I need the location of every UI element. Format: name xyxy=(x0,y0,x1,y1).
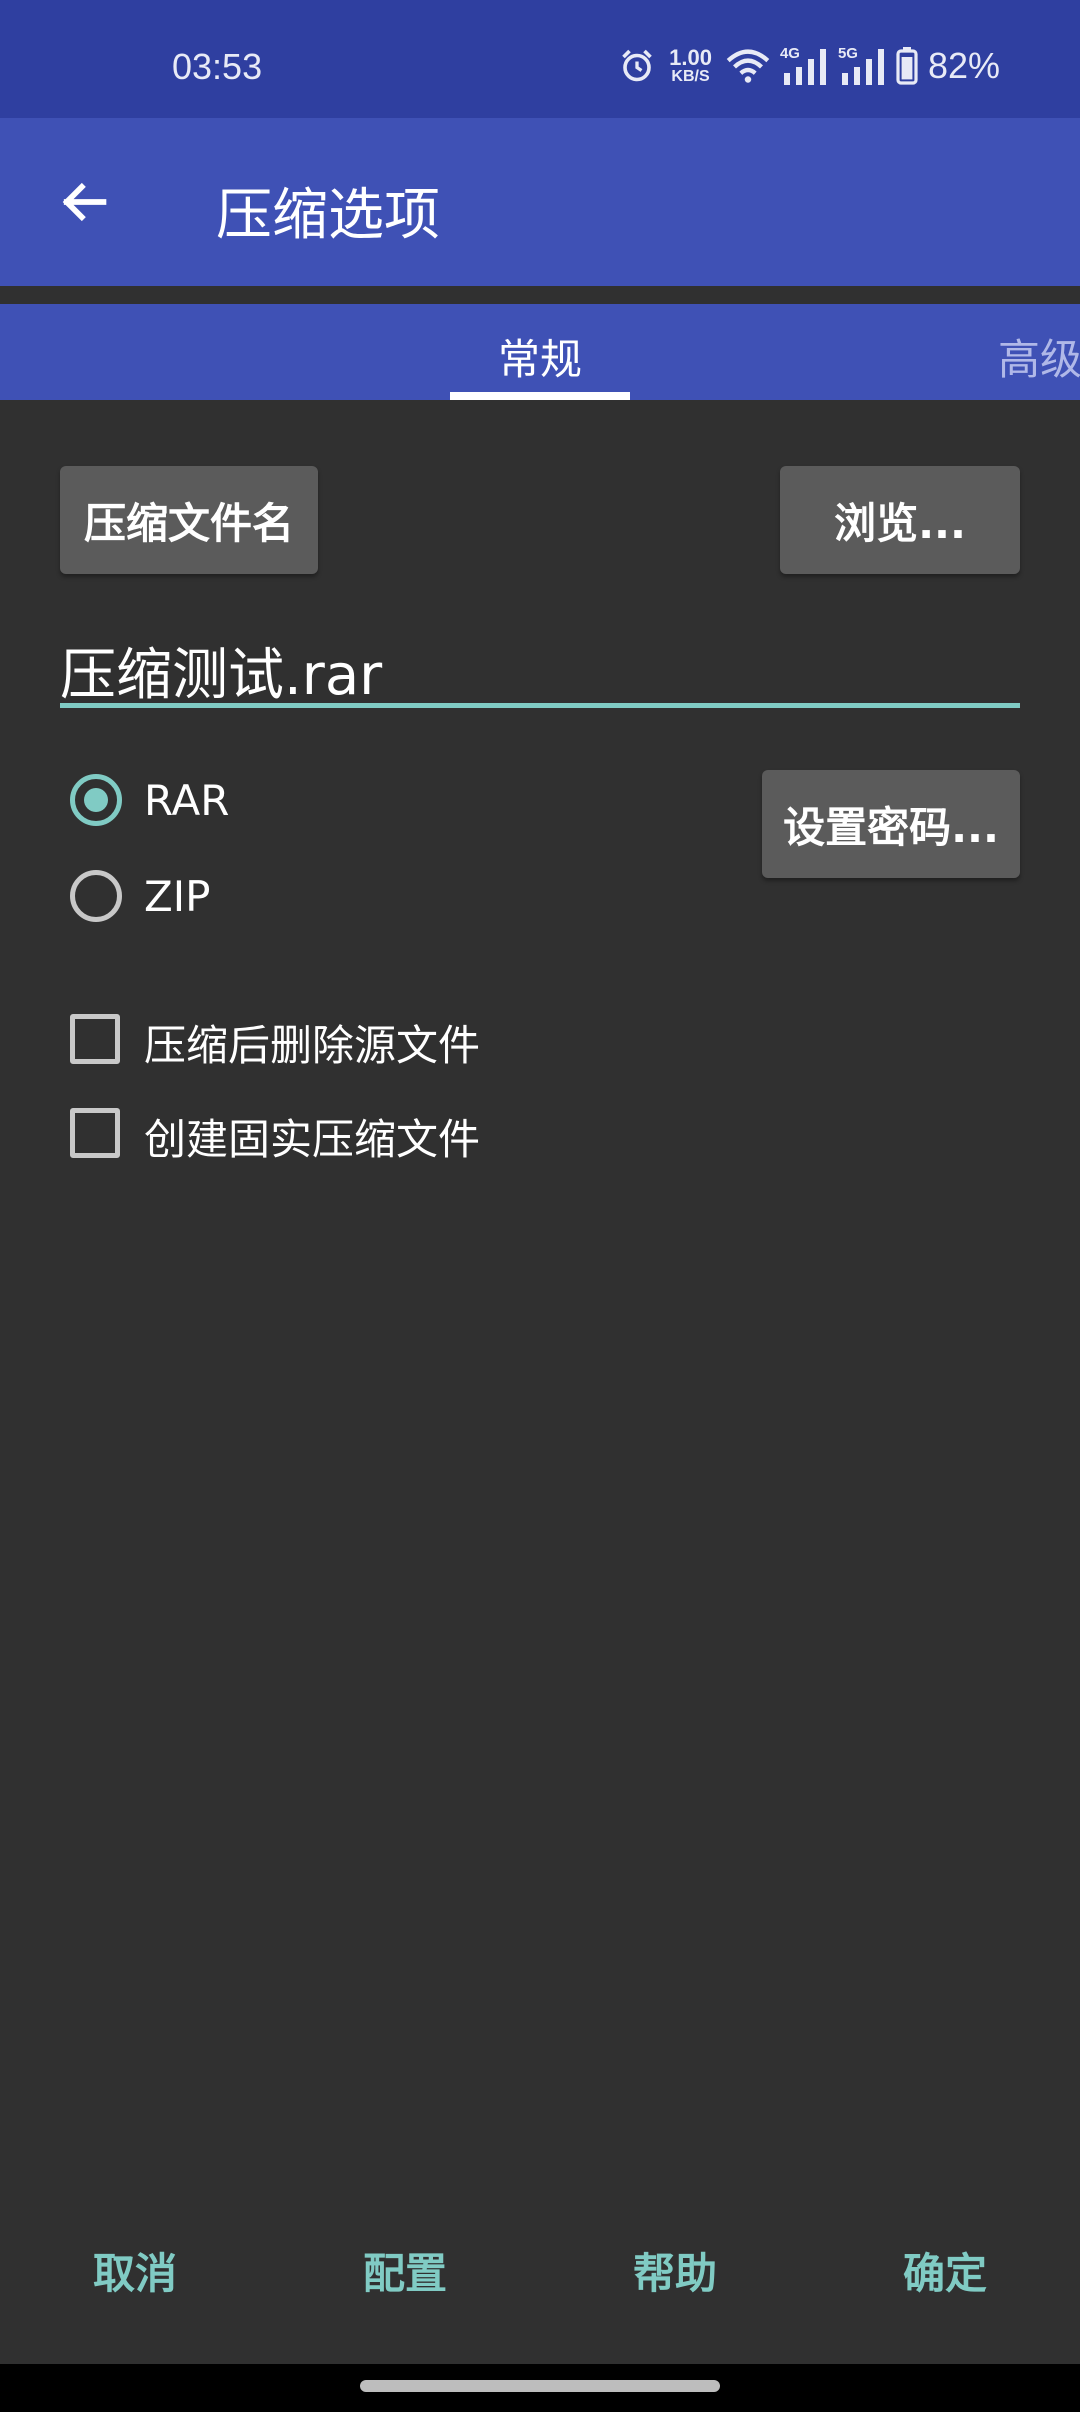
config-button[interactable]: 配置 xyxy=(270,2240,540,2301)
status-time: 03:53 xyxy=(172,46,263,87)
net-speed-unit: KB/S xyxy=(671,68,710,85)
app-bar: 压缩选项 xyxy=(0,118,1080,286)
sim2-network-label: 5G xyxy=(837,45,858,62)
divider xyxy=(0,286,1080,304)
sim1-signal: 4G xyxy=(779,45,828,85)
delete-source-checkbox[interactable] xyxy=(70,1014,120,1064)
tab-advanced[interactable]: 高级 xyxy=(998,326,1080,387)
delete-source-label[interactable]: 压缩后删除源文件 xyxy=(144,1012,480,1073)
tab-bar: 常规 高级 xyxy=(0,304,1080,400)
help-button[interactable]: 帮助 xyxy=(540,2240,810,2301)
status-icons: 1.00 KB/S 4G 5G 82% xyxy=(619,44,1000,88)
net-speed-value: 1.00 xyxy=(669,45,712,70)
radio-rar-label[interactable]: RAR xyxy=(144,776,229,825)
cancel-button[interactable]: 取消 xyxy=(0,2240,270,2301)
page-title: 压缩选项 xyxy=(216,183,440,248)
sim2-signal: 5G xyxy=(837,45,886,85)
back-button[interactable] xyxy=(38,156,130,248)
wifi-icon xyxy=(726,49,770,83)
radio-zip-label[interactable]: ZIP xyxy=(144,872,211,921)
archive-filename-value: 压缩测试.rar xyxy=(60,643,383,708)
battery-icon xyxy=(896,47,918,85)
tab-indicator xyxy=(450,392,630,400)
browse-button[interactable]: 浏览... xyxy=(780,466,1020,574)
ok-button[interactable]: 确定 xyxy=(810,2240,1080,2301)
archive-name-button[interactable]: 压缩文件名 xyxy=(60,466,318,574)
set-password-button[interactable]: 设置密码... xyxy=(762,770,1020,878)
radio-zip[interactable] xyxy=(70,870,122,922)
net-speed-indicator: 1.00 KB/S xyxy=(669,47,712,85)
arrow-left-icon xyxy=(62,182,107,222)
tab-general[interactable]: 常规 xyxy=(450,326,630,387)
archive-filename-input[interactable]: 压缩测试.rar xyxy=(60,620,1020,708)
navigation-bar xyxy=(0,2364,1080,2412)
solid-archive-checkbox[interactable] xyxy=(70,1108,120,1158)
alarm-icon xyxy=(622,49,652,82)
home-gesture-handle[interactable] xyxy=(360,2380,720,2392)
radio-rar[interactable] xyxy=(70,774,122,826)
battery-percent: 82% xyxy=(927,45,1000,86)
sim1-network-label: 4G xyxy=(779,45,800,62)
solid-archive-label[interactable]: 创建固实压缩文件 xyxy=(144,1106,480,1167)
bottom-action-bar: 取消 配置 帮助 确定 xyxy=(0,2240,1080,2328)
status-bar: 03:53 1.00 KB/S 4G 5G 82% xyxy=(0,0,1080,118)
